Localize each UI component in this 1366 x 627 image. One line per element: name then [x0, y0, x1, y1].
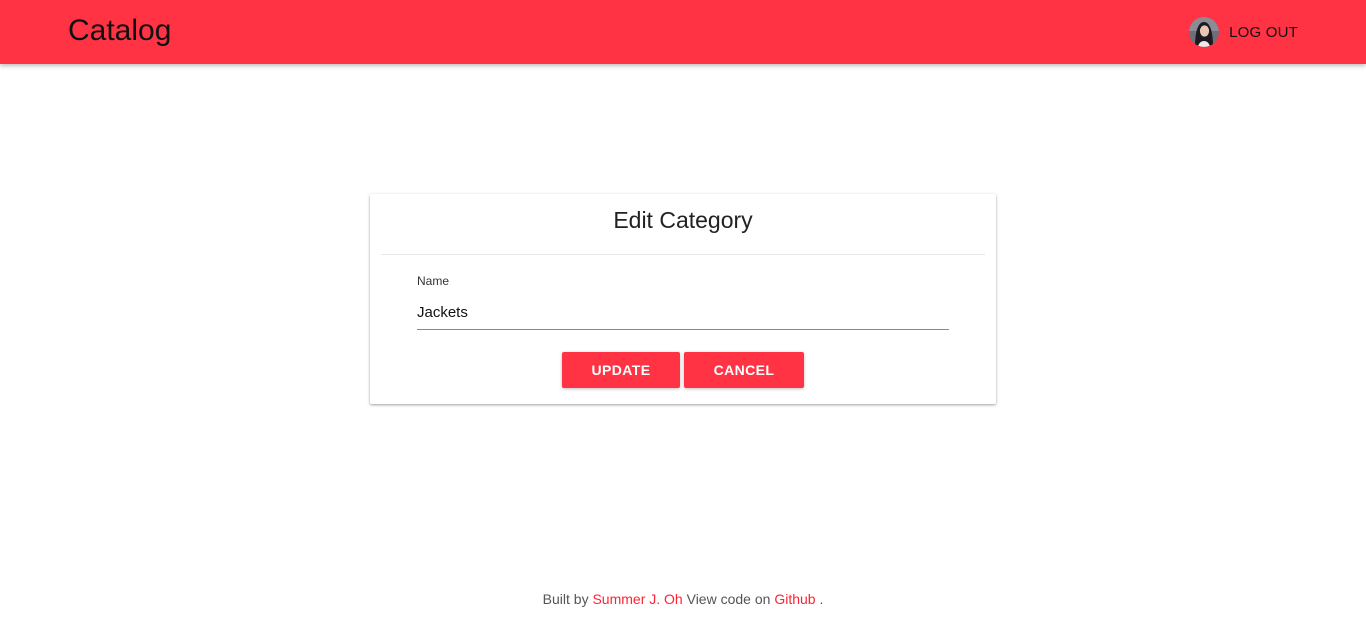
update-button[interactable]: UPDATE	[562, 352, 680, 388]
footer-middle: View code on	[686, 591, 771, 607]
card-divider	[381, 254, 985, 255]
user-area: LOG OUT	[1189, 16, 1298, 48]
github-link[interactable]: Github	[774, 591, 815, 607]
brand-link[interactable]: Catalog	[68, 13, 171, 49]
footer-suffix: .	[819, 591, 824, 607]
logout-button[interactable]: LOG OUT	[1229, 24, 1298, 41]
card-title: Edit Category	[613, 207, 753, 233]
footer: Built by Summer J. Oh View code on Githu…	[0, 591, 1366, 607]
name-input[interactable]	[417, 295, 949, 330]
footer-prefix: Built by	[542, 591, 589, 607]
cancel-button[interactable]: CANCEL	[684, 352, 804, 388]
name-field-label: Name	[417, 274, 450, 288]
user-avatar-icon[interactable]	[1189, 17, 1220, 47]
author-link[interactable]: Summer J. Oh	[592, 591, 682, 607]
app-bar: Catalog LOG OUT	[0, 0, 1366, 64]
edit-category-card: Edit Category Name UPDATE CANCEL	[370, 194, 996, 404]
